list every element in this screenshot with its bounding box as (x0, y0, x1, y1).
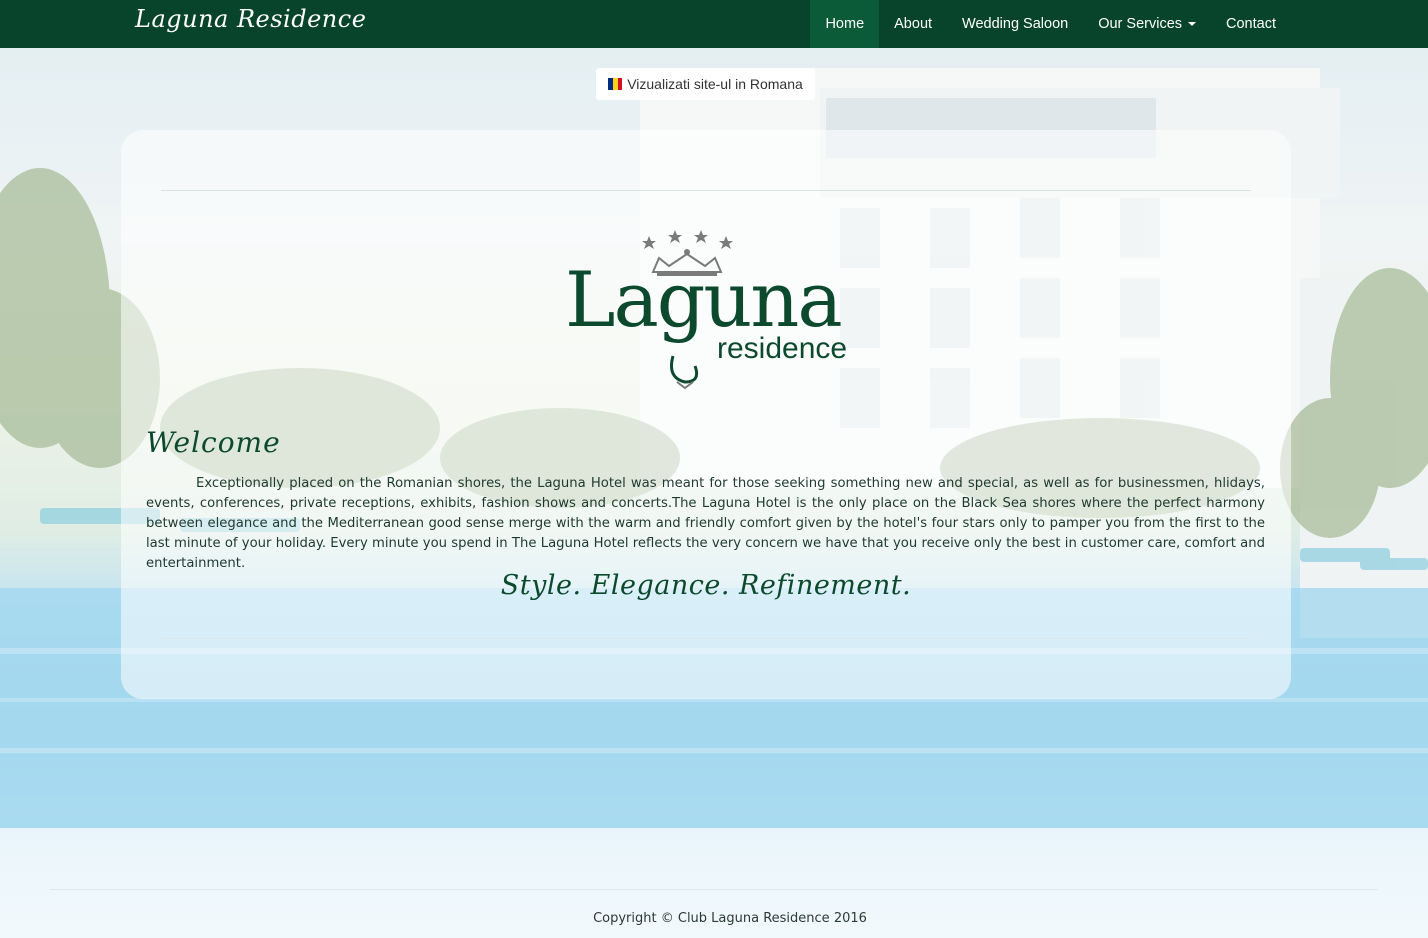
caret-down-icon (1188, 22, 1197, 26)
content-panel: Laguna residence Welcome Exceptionally p… (121, 130, 1291, 699)
welcome-heading: Welcome (146, 426, 281, 459)
footer-divider (50, 889, 1378, 890)
nav-item-about[interactable]: About (879, 0, 947, 48)
nav-item-label: Our Services (1098, 16, 1183, 32)
nav-menu: Home About Wedding Saloon Our Services C… (810, 0, 1291, 48)
nav-item-label: About (894, 16, 933, 32)
romania-flag-icon (608, 78, 623, 90)
navbar: Laguna Residence Home About Wedding Salo… (0, 0, 1428, 48)
nav-item-home[interactable]: Home (810, 0, 880, 48)
language-switch-label: Vizualizati site-ul in Romana (627, 76, 803, 92)
star-icon (642, 230, 733, 249)
nav-item-contact[interactable]: Contact (1211, 0, 1291, 48)
nav-item-label: Wedding Saloon (962, 16, 1069, 32)
language-switch-button[interactable]: Vizualizati site-ul in Romana (596, 68, 815, 100)
logo-word: Laguna (565, 255, 841, 344)
brand-logo-link[interactable]: Laguna Residence (135, 5, 366, 33)
logo-sub: residence (717, 332, 847, 365)
tagline: Style. Elegance. Refinement. (500, 570, 912, 601)
divider (161, 190, 1251, 191)
laguna-residence-logo: Laguna residence (565, 230, 847, 390)
footer-copyright: Copyright © Club Laguna Residence 2016 (593, 911, 867, 926)
divider (161, 638, 1251, 639)
nav-item-label: Home (825, 16, 865, 32)
nav-item-wedding-saloon[interactable]: Wedding Saloon (947, 0, 1083, 48)
nav-item-our-services-dropdown[interactable]: Our Services (1083, 0, 1211, 48)
welcome-text: Exceptionally placed on the Romanian sho… (146, 476, 1265, 571)
nav-item-label: Contact (1226, 16, 1276, 32)
